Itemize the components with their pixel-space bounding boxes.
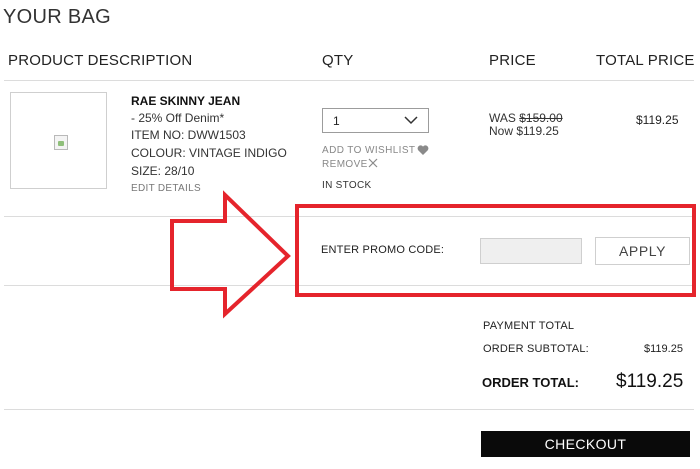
was-price-value: $159.00 bbox=[519, 111, 563, 125]
was-label: WAS bbox=[489, 111, 516, 125]
order-total-value: $119.25 bbox=[616, 371, 684, 392]
line-total-price: $119.25 bbox=[636, 113, 679, 127]
now-price: Now $119.25 bbox=[489, 124, 559, 138]
column-header-total-price: TOTAL PRICE bbox=[596, 52, 695, 69]
close-icon[interactable] bbox=[368, 158, 378, 168]
quantity-value: 1 bbox=[333, 114, 340, 128]
chevron-down-icon bbox=[404, 116, 418, 125]
apply-button[interactable]: APPLY bbox=[595, 237, 690, 265]
checkout-button[interactable]: CHECKOUT bbox=[481, 431, 690, 457]
divider bbox=[4, 409, 694, 410]
column-header-price: PRICE bbox=[489, 52, 536, 69]
order-subtotal-value: $119.25 bbox=[644, 343, 683, 355]
promo-code-input[interactable] bbox=[480, 238, 582, 264]
remove-link[interactable]: REMOVE bbox=[322, 159, 368, 170]
add-to-wishlist-link[interactable]: ADD TO WISHLIST bbox=[322, 145, 415, 156]
quantity-select[interactable]: 1 bbox=[322, 108, 429, 133]
order-subtotal-label: ORDER SUBTOTAL: bbox=[483, 343, 589, 355]
column-header-qty: QTY bbox=[322, 52, 354, 69]
payment-total-heading: PAYMENT TOTAL bbox=[483, 320, 575, 332]
promo-code-label: ENTER PROMO CODE: bbox=[321, 244, 445, 256]
was-price: WAS $159.00 bbox=[489, 111, 563, 125]
heart-icon[interactable] bbox=[417, 144, 429, 156]
stock-status: IN STOCK bbox=[322, 180, 372, 191]
order-total-label: ORDER TOTAL: bbox=[482, 375, 580, 390]
arrow-right-icon bbox=[170, 190, 291, 319]
